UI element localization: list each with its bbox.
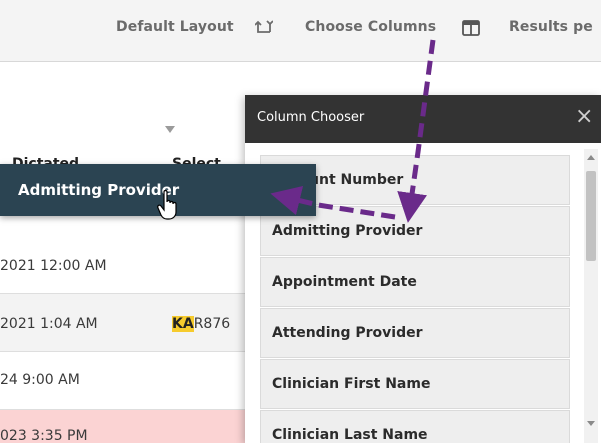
column-item-attending-provider[interactable]: Attending Provider bbox=[260, 308, 570, 358]
column-item-clinician-last-name[interactable]: Clinician Last Name bbox=[260, 410, 570, 443]
id-cell: KAR876 bbox=[172, 316, 230, 332]
column-item-label: Admitting Provider bbox=[272, 223, 423, 239]
date-cell: 2021 1:04 AM bbox=[0, 316, 98, 332]
date-cell: 2021 12:00 AM bbox=[0, 258, 107, 274]
columns-icon[interactable] bbox=[462, 20, 480, 36]
dragged-column-label: Admitting Provider bbox=[18, 181, 180, 199]
column-item-label: Clinician Last Name bbox=[272, 427, 428, 443]
table-row[interactable]: 24 9:00 AM bbox=[0, 352, 250, 410]
search-highlight: KA bbox=[172, 316, 194, 332]
column-chooser-panel: Column Chooser × Account Number Admittin… bbox=[245, 95, 601, 443]
table-row[interactable]: 2021 12:00 AM bbox=[0, 236, 250, 294]
column-item-appointment-date[interactable]: Appointment Date bbox=[260, 257, 570, 307]
results-per-page-label[interactable]: Results pe bbox=[509, 19, 593, 35]
default-layout-button[interactable]: Default Layout bbox=[116, 19, 234, 35]
scroll-down-icon[interactable] bbox=[587, 421, 595, 426]
column-chooser-header: Column Chooser × bbox=[245, 95, 601, 143]
sort-down-icon[interactable] bbox=[165, 126, 175, 133]
table-row[interactable]: 2021 1:04 AM KAR876 bbox=[0, 294, 250, 352]
column-item-clinician-first-name[interactable]: Clinician First Name bbox=[260, 359, 570, 409]
column-item-label: Clinician First Name bbox=[272, 376, 431, 392]
scroll-up-icon[interactable] bbox=[587, 155, 595, 160]
date-cell: 023 3:35 PM bbox=[0, 428, 88, 443]
scroll-thumb[interactable] bbox=[586, 171, 596, 261]
close-icon[interactable]: × bbox=[575, 106, 593, 128]
table-row[interactable]: 023 3:35 PM bbox=[0, 410, 250, 443]
column-list-scrollbar[interactable] bbox=[584, 149, 598, 443]
grid-toolbar: Default Layout Choose Columns Results pe bbox=[0, 0, 601, 62]
column-chooser-title: Column Chooser bbox=[257, 110, 365, 125]
id-cell-rest: R876 bbox=[193, 316, 231, 332]
dragged-column-pill[interactable]: Admitting Provider bbox=[0, 164, 316, 216]
reset-layout-icon[interactable] bbox=[255, 20, 273, 36]
date-cell: 24 9:00 AM bbox=[0, 372, 80, 388]
choose-columns-button[interactable]: Choose Columns bbox=[305, 19, 436, 35]
column-item-label: Attending Provider bbox=[272, 325, 423, 341]
column-item-label: Appointment Date bbox=[272, 274, 417, 290]
